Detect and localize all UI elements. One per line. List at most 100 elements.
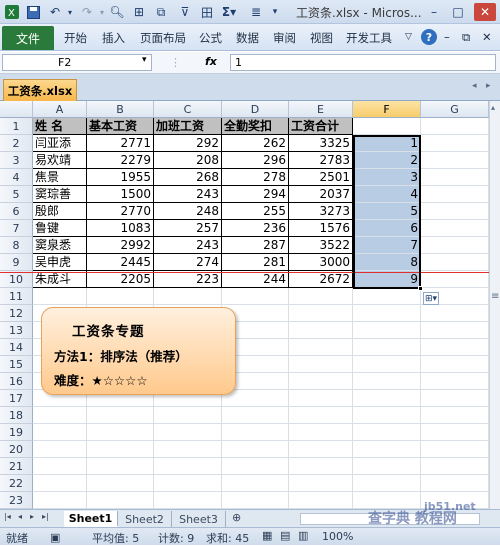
table-header-cell[interactable]: 工资合计	[289, 118, 353, 135]
row-header[interactable]: 18	[0, 407, 33, 424]
tab-view[interactable]: 视图	[310, 30, 333, 46]
helper-cell[interactable]: 4	[353, 186, 421, 203]
tab-scroll-left-icon[interactable]: ◂	[472, 81, 477, 91]
empty-cell[interactable]	[289, 458, 353, 475]
empty-cell[interactable]	[289, 441, 353, 458]
table-cell[interactable]: 1576	[289, 220, 353, 237]
table-cell[interactable]: 2992	[87, 237, 154, 254]
empty-cell[interactable]	[289, 390, 353, 407]
table-cell[interactable]: 268	[154, 169, 222, 186]
empty-cell[interactable]	[222, 458, 289, 475]
column-header-d[interactable]: D	[222, 101, 289, 118]
empty-cell[interactable]	[353, 288, 421, 305]
empty-cell[interactable]	[289, 424, 353, 441]
empty-cell[interactable]	[87, 424, 154, 441]
empty-cell[interactable]	[154, 441, 222, 458]
align-icon[interactable]: ≣	[248, 3, 264, 21]
table-cell[interactable]: 278	[222, 169, 289, 186]
table-cell[interactable]: 257	[154, 220, 222, 237]
select-all-corner[interactable]	[0, 101, 33, 118]
window-close-icon[interactable]: ✕	[482, 30, 492, 44]
empty-cell[interactable]	[33, 424, 87, 441]
helper-cell[interactable]: 8	[353, 254, 421, 271]
formula-input[interactable]: 1	[230, 54, 496, 71]
first-sheet-icon[interactable]: |◂	[4, 512, 11, 521]
empty-cell[interactable]	[421, 356, 489, 373]
row-header[interactable]: 11	[0, 288, 33, 305]
table-cell[interactable]: 2037	[289, 186, 353, 203]
table-cell[interactable]: 248	[154, 203, 222, 220]
close-icon[interactable]: ✕	[474, 3, 496, 21]
workbook-tab[interactable]: 工资条.xlsx	[3, 79, 77, 101]
empty-cell[interactable]	[353, 118, 421, 135]
empty-cell[interactable]	[421, 237, 489, 254]
helper-cell[interactable]: 2	[353, 152, 421, 169]
maximize-icon[interactable]: □	[450, 3, 466, 21]
empty-cell[interactable]	[421, 458, 489, 475]
empty-cell[interactable]	[33, 288, 87, 305]
table-cell[interactable]: 1500	[87, 186, 154, 203]
row-header[interactable]: 19	[0, 424, 33, 441]
empty-cell[interactable]	[421, 220, 489, 237]
empty-cell[interactable]	[353, 475, 421, 492]
redo-dropdown-icon[interactable]: ▾	[98, 3, 106, 21]
empty-cell[interactable]	[421, 118, 489, 135]
empty-cell[interactable]	[421, 390, 489, 407]
empty-cell[interactable]	[33, 458, 87, 475]
table-cell[interactable]: 2205	[87, 271, 154, 288]
empty-cell[interactable]	[353, 322, 421, 339]
empty-cell[interactable]	[154, 492, 222, 509]
empty-cell[interactable]	[87, 475, 154, 492]
table-cell[interactable]: 255	[222, 203, 289, 220]
table-cell[interactable]: 236	[222, 220, 289, 237]
table-cell[interactable]: 287	[222, 237, 289, 254]
table-cell[interactable]: 296	[222, 152, 289, 169]
tab-data[interactable]: 数据	[236, 30, 259, 46]
table-cell[interactable]: 朱成斗	[33, 271, 87, 288]
table-cell[interactable]: 易欢靖	[33, 152, 87, 169]
tab-review[interactable]: 审阅	[273, 30, 296, 46]
name-box[interactable]: F2	[2, 54, 152, 71]
table-cell[interactable]: 1955	[87, 169, 154, 186]
table-cell[interactable]: 窦泉悉	[33, 237, 87, 254]
table-cell[interactable]: 244	[222, 271, 289, 288]
empty-cell[interactable]	[421, 254, 489, 271]
tab-page-layout[interactable]: 页面布局	[140, 30, 186, 46]
row-header[interactable]: 1	[0, 118, 33, 135]
row-header[interactable]: 20	[0, 441, 33, 458]
empty-cell[interactable]	[421, 271, 489, 288]
empty-cell[interactable]	[222, 475, 289, 492]
help-icon[interactable]: ?	[421, 29, 437, 45]
row-header[interactable]: 14	[0, 339, 33, 356]
empty-cell[interactable]	[289, 407, 353, 424]
empty-cell[interactable]	[353, 373, 421, 390]
row-header[interactable]: 16	[0, 373, 33, 390]
empty-cell[interactable]	[222, 492, 289, 509]
empty-cell[interactable]	[87, 492, 154, 509]
empty-cell[interactable]	[421, 322, 489, 339]
empty-cell[interactable]	[154, 458, 222, 475]
table-cell[interactable]: 吴申虎	[33, 254, 87, 271]
prev-sheet-icon[interactable]: ◂	[18, 512, 22, 521]
table-icon[interactable]: 田	[200, 3, 214, 21]
column-header-f[interactable]: F	[353, 101, 421, 118]
empty-cell[interactable]	[421, 135, 489, 152]
empty-cell[interactable]	[353, 441, 421, 458]
paste-icon[interactable]: ⧉	[154, 3, 168, 21]
table-cell[interactable]: 274	[154, 254, 222, 271]
helper-cell[interactable]: 9	[353, 271, 421, 288]
tab-formulas[interactable]: 公式	[199, 30, 222, 46]
table-cell[interactable]: 2279	[87, 152, 154, 169]
empty-cell[interactable]	[33, 407, 87, 424]
column-header-c[interactable]: C	[154, 101, 222, 118]
table-cell[interactable]: 3000	[289, 254, 353, 271]
row-header[interactable]: 13	[0, 322, 33, 339]
row-header[interactable]: 21	[0, 458, 33, 475]
table-cell[interactable]: 2501	[289, 169, 353, 186]
empty-cell[interactable]	[289, 322, 353, 339]
auto-fill-options-icon[interactable]: ⊞▾	[423, 292, 439, 305]
row-header[interactable]: 9	[0, 254, 33, 271]
empty-cell[interactable]	[222, 424, 289, 441]
tab-home[interactable]: 开始	[64, 30, 87, 46]
empty-cell[interactable]	[289, 356, 353, 373]
